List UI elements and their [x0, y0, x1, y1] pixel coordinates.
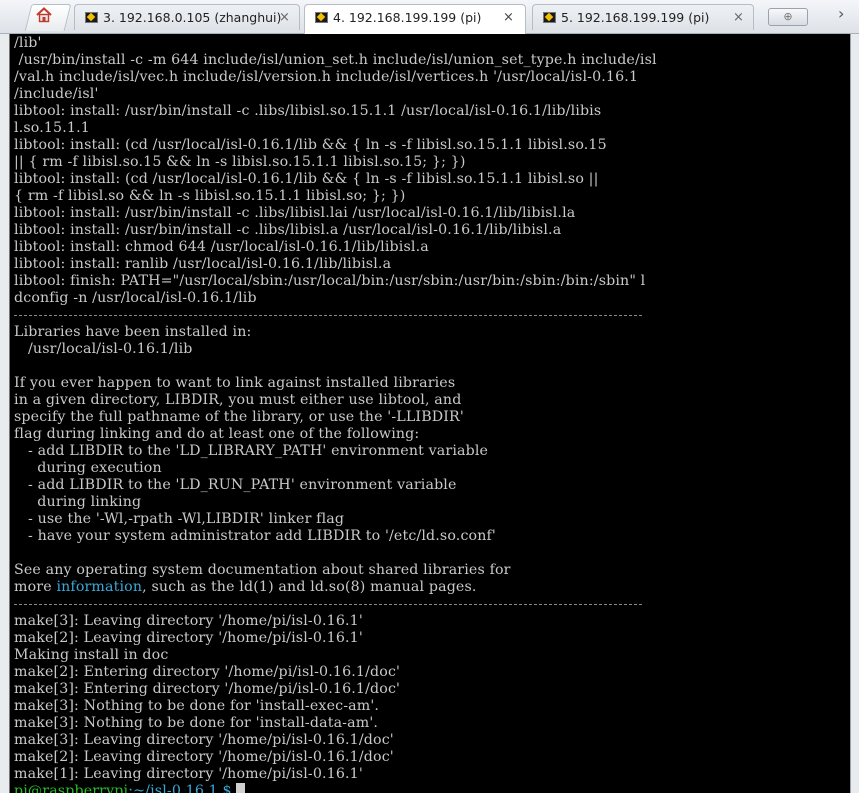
terminal-tab-icon: [85, 12, 98, 23]
terminal-line: libtool: install: /usr/bin/install -c .l…: [14, 205, 576, 221]
terminal-line: flag during linking and do at least one …: [14, 426, 420, 442]
terminal-line: Making install in doc: [14, 647, 169, 663]
window-right-edge: [850, 34, 859, 793]
terminal-tab-icon: [543, 12, 556, 23]
scroll-tabs-right-icon[interactable]: ›: [838, 4, 844, 23]
terminal-line: /usr/local/isl-0.16.1/lib: [14, 341, 193, 357]
new-tab-button[interactable]: ⊕: [768, 8, 808, 26]
terminal-line: specify the full pathname of the library…: [14, 409, 464, 425]
terminal-line: make[2]: Entering directory '/home/pi/is…: [14, 664, 401, 680]
terminal-line: make[3]: Nothing to be done for 'install…: [14, 698, 380, 714]
info-line-suffix: , such as the ld(1) and ld.so(8) manual …: [142, 579, 477, 595]
terminal-line: libtool: install: /usr/bin/install -c .l…: [14, 222, 562, 238]
terminal-line: dconfig -n /usr/local/isl-0.16.1/lib: [14, 290, 257, 306]
terminal-line: make[3]: Entering directory '/home/pi/is…: [14, 681, 401, 697]
terminal-line: - have your system administrator add LIB…: [14, 528, 496, 544]
terminal-line: libtool: install: (cd /usr/local/isl-0.1…: [14, 171, 599, 187]
terminal-line: l.so.15.1.1: [14, 120, 90, 136]
terminal-line: in a given directory, LIBDIR, you must e…: [14, 392, 462, 408]
terminal-line: make[3]: Leaving directory '/home/pi/isl…: [14, 613, 363, 629]
info-line-prefix: more: [14, 579, 57, 595]
terminal-line: during linking: [14, 494, 142, 510]
terminal-line: make[3]: Nothing to be done for 'install…: [14, 715, 379, 731]
terminal-line: libtool: install: chmod 644 /usr/local/i…: [14, 239, 429, 255]
terminal-tab-icon: [315, 12, 328, 23]
info-highlight: information: [56, 579, 143, 595]
terminal-separator: [14, 307, 657, 324]
terminal-line: make[3]: Leaving directory '/home/pi/isl…: [14, 732, 394, 748]
terminal-line: - add LIBDIR to the 'LD_LIBRARY_PATH' en…: [14, 443, 489, 459]
terminal-separator: [14, 596, 657, 613]
shell-prompt[interactable]: pi@raspberrypi:~/isl-0.16.1 $: [14, 783, 657, 793]
terminal-line: libtool: install: ranlib /usr/local/isl-…: [14, 256, 392, 272]
text-cursor: [236, 783, 246, 793]
tab-label: 3. 192.168.0.105 (zhanghui): [103, 10, 282, 25]
terminal-pane[interactable]: /lib' /usr/bin/install -c -m 644 include…: [9, 34, 851, 793]
prompt-user-host: pi@raspberrypi: [14, 783, 129, 793]
terminal-line: { rm -f libisl.so && ln -s libisl.so.15.…: [14, 188, 406, 204]
home-icon[interactable]: [35, 6, 53, 24]
terminal-output: /lib' /usr/bin/install -c -m 644 include…: [14, 35, 657, 793]
terminal-line: See any operating system documentation a…: [14, 562, 511, 578]
tab-close-icon[interactable]: ×: [279, 5, 290, 30]
tab-bar: 3. 192.168.0.105 (zhanghui) × 4. 192.168…: [0, 0, 859, 34]
terminal-line: during execution: [14, 460, 162, 476]
terminal-line: /usr/bin/install -c -m 644 include/isl/u…: [14, 52, 657, 68]
terminal-line: libtool: finish: PATH="/usr/local/sbin:/…: [14, 273, 646, 289]
tab-close-icon[interactable]: ×: [503, 5, 514, 31]
terminal-line: - use the '-Wl,-rpath -Wl,LIBDIR' linker…: [14, 511, 345, 527]
tab-session-5[interactable]: 5. 192.168.199.199 (pi) ×: [532, 4, 754, 30]
terminal-line: /val.h include/isl/vec.h include/isl/ver…: [14, 69, 639, 85]
terminal-line: || { rm -f libisl.so.15 && ln -s libisl.…: [14, 154, 466, 170]
terminal-line: /lib': [14, 35, 42, 51]
terminal-line: make[2]: Leaving directory '/home/pi/isl…: [14, 630, 363, 646]
terminal-line: If you ever happen to want to link again…: [14, 375, 456, 391]
window-left-edge: [0, 34, 9, 793]
tab-session-4[interactable]: 4. 192.168.199.199 (pi) ×: [304, 4, 526, 34]
tab-session-3[interactable]: 3. 192.168.0.105 (zhanghui) ×: [74, 4, 300, 30]
terminal-line: - add LIBDIR to the 'LD_RUN_PATH' enviro…: [14, 477, 457, 493]
tab-label: 5. 192.168.199.199 (pi): [561, 10, 710, 25]
tab-label: 4. 192.168.199.199 (pi): [333, 10, 482, 25]
terminal-line: libtool: install: /usr/bin/install -c .l…: [14, 103, 602, 119]
prompt-path: :~/isl-0.16.1 $: [128, 783, 237, 793]
terminal-line: make[1]: Leaving directory '/home/pi/isl…: [14, 766, 363, 782]
terminal-line: make[2]: Leaving directory '/home/pi/isl…: [14, 749, 394, 765]
ssh-client-window: 3. 192.168.0.105 (zhanghui) × 4. 192.168…: [0, 0, 859, 793]
tab-close-icon[interactable]: ×: [733, 5, 744, 30]
terminal-line: /include/isl': [14, 86, 99, 102]
terminal-line: libtool: install: (cd /usr/local/isl-0.1…: [14, 137, 607, 153]
terminal-line: more information, such as the ld(1) and …: [14, 579, 657, 596]
terminal-line: Libraries have been installed in:: [14, 324, 252, 340]
